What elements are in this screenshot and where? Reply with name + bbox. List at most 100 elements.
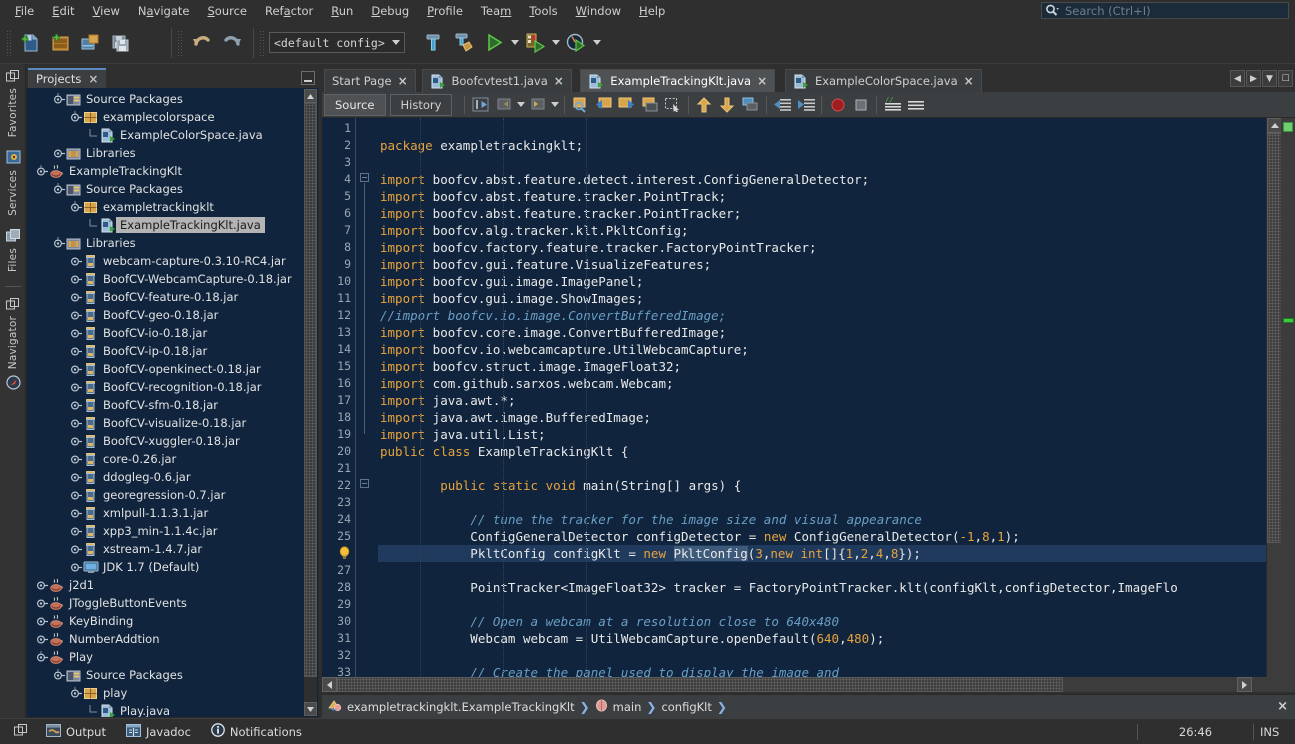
previous-error-icon[interactable] [693, 93, 716, 117]
code-line[interactable] [378, 562, 1295, 579]
breadcrumb-class[interactable]: exampletrackingklt.ExampleTrackingKlt [347, 700, 575, 714]
tree-item-boofcv-visualize-0-18-jar[interactable]: BoofCV-visualize-0.18.jar [27, 414, 318, 432]
code-line[interactable]: import boofcv.gui.image.ImagePanel; [378, 273, 1295, 290]
code-line[interactable]: import java.awt.image.BufferedImage; [378, 409, 1295, 426]
editor-horizontal-scrollbar[interactable] [322, 677, 1295, 692]
menu-navigate[interactable]: Navigate [129, 2, 199, 20]
editor-hint-bulb-icon[interactable] [322, 545, 356, 562]
next-bookmark-icon[interactable] [615, 93, 638, 117]
code-line[interactable]: // tune the tracker for the image size a… [378, 511, 1295, 528]
tab-source[interactable]: Source [324, 93, 386, 116]
code-line[interactable] [378, 460, 1295, 477]
collapse-fold-icon[interactable]: − [360, 173, 369, 182]
run-dropdown-icon[interactable] [509, 28, 520, 58]
editor-vertical-scrollbar[interactable] [1266, 118, 1282, 692]
sidebar-item-services[interactable]: Services [0, 145, 26, 224]
close-breadcrumb-icon[interactable]: × [1277, 699, 1288, 714]
close-tab-icon[interactable]: × [757, 74, 767, 88]
undo-icon[interactable] [187, 28, 217, 58]
menu-file[interactable]: File [6, 2, 43, 20]
tree-item-boofcv-geo-0-18-jar[interactable]: BoofCV-geo-0.18.jar [27, 306, 318, 324]
tree-item-exampletrackingklt-java[interactable]: ExampleTrackingKlt.java [27, 216, 318, 234]
new-project-icon[interactable] [46, 28, 76, 58]
editor-tab-start-page[interactable]: Start Page × [324, 69, 416, 92]
configuration-select[interactable]: <default config> [269, 32, 405, 53]
code-line[interactable]: import boofcv.gui.feature.VisualizeFeatu… [378, 256, 1295, 273]
editor-tab-exampletrackingklt-java[interactable]: ExampleTrackingKlt.java × [580, 69, 776, 92]
code-line-current[interactable]: PkltConfig configKlt = new PkltConfig(3,… [378, 545, 1295, 562]
tree-expand-toggle[interactable] [36, 597, 49, 610]
shift-line-left-icon[interactable] [771, 93, 794, 117]
tree-collapse-toggle[interactable] [53, 182, 66, 196]
tree-item-libraries[interactable]: Libraries [27, 234, 318, 252]
menu-source[interactable]: Source [198, 2, 256, 20]
shift-line-right-icon[interactable] [794, 93, 817, 117]
scroll-left-button[interactable] [322, 677, 337, 692]
tree-expand-toggle[interactable] [70, 435, 83, 448]
tree-expand-toggle[interactable] [70, 399, 83, 412]
code-line[interactable]: import boofcv.abst.feature.tracker.Point… [378, 205, 1295, 222]
tree-expand-toggle[interactable] [70, 453, 83, 466]
status-item-javadoc[interactable]: Javadoc [116, 723, 201, 740]
tree-item-source-packages[interactable]: Source Packages [27, 90, 318, 108]
window-switcher-button[interactable] [0, 724, 36, 739]
toggle-rectangular-selection-icon[interactable] [661, 93, 684, 117]
code-line[interactable]: ConfigGeneralDetector configDetector = n… [378, 528, 1295, 545]
debug-project-icon[interactable] [520, 28, 550, 58]
error-annotation-strip[interactable] [1281, 118, 1295, 692]
code-line[interactable] [378, 154, 1295, 171]
tree-expand-toggle[interactable] [70, 381, 83, 394]
code-line[interactable]: Webcam webcam = UtilWebcamCapture.openDe… [378, 630, 1295, 647]
tree-scroll-down-button[interactable] [304, 702, 317, 716]
tree-item-libraries[interactable]: Libraries [27, 144, 318, 162]
new-file-icon[interactable] [16, 28, 46, 58]
maximize-editor-button[interactable]: ☐ [1278, 70, 1293, 87]
sidebar-item-files[interactable]: Files [0, 224, 26, 280]
toggle-bookmark-icon[interactable] [638, 93, 661, 117]
tree-item-boofcv-ip-0-18-jar[interactable]: BoofCV-ip-0.18.jar [27, 342, 318, 360]
toolbar-grip-edit[interactable] [177, 29, 183, 56]
tree-expand-toggle[interactable] [70, 327, 83, 340]
redo-icon[interactable] [217, 28, 247, 58]
save-all-icon[interactable] [106, 28, 136, 58]
tree-collapse-toggle[interactable] [53, 668, 66, 682]
tree-item-exampletrackingklt[interactable]: exampletrackingklt [27, 198, 318, 216]
toolbar-grip[interactable] [6, 29, 12, 56]
code-line[interactable]: import boofcv.factory.feature.tracker.Fa… [378, 239, 1295, 256]
tree-expand-toggle[interactable] [36, 633, 49, 646]
menu-help[interactable]: Help [630, 2, 674, 20]
tree-item-xmlpull-1-1-3-1-jar[interactable]: xmlpull-1.1.3.1.jar [27, 504, 318, 522]
code-line[interactable]: //import boofcv.io.image.ConvertBuffered… [378, 307, 1295, 324]
code-line[interactable]: import boofcv.io.webcamcapture.UtilWebca… [378, 341, 1295, 358]
code-line[interactable] [378, 120, 1295, 137]
menu-tools[interactable]: Tools [520, 2, 566, 20]
back-dropdown-icon[interactable] [515, 90, 526, 120]
code-text[interactable]: package exampletrackingklt; import boofc… [378, 118, 1295, 692]
tree-item-core-0-26-jar[interactable]: core-0.26.jar [27, 450, 318, 468]
tree-expand-toggle[interactable] [36, 615, 49, 628]
fold-marker[interactable]: − [356, 169, 378, 186]
menu-debug[interactable]: Debug [362, 2, 418, 20]
code-line[interactable]: import java.awt.*; [378, 392, 1295, 409]
tree-item-boofcv-feature-0-18-jar[interactable]: BoofCV-feature-0.18.jar [27, 288, 318, 306]
breadcrumb-method[interactable]: main [613, 700, 642, 714]
close-tab-icon[interactable]: × [964, 74, 974, 88]
tree-collapse-toggle[interactable] [70, 686, 83, 700]
code-line[interactable]: import boofcv.abst.feature.detect.intere… [378, 171, 1295, 188]
tree-item-webcam-capture-0-3-10-rc4-jar[interactable]: webcam-capture-0.3.10-RC4.jar [27, 252, 318, 270]
tree-item-boofcv-recognition-0-18-jar[interactable]: BoofCV-recognition-0.18.jar [27, 378, 318, 396]
code-line[interactable]: import boofcv.struct.image.ImageFloat32; [378, 358, 1295, 375]
tree-expand-toggle[interactable] [70, 255, 83, 268]
code-line[interactable]: import boofcv.gui.image.ShowImages; [378, 290, 1295, 307]
tree-collapse-toggle[interactable] [36, 650, 49, 664]
breadcrumb-variable[interactable]: configKlt [661, 700, 711, 714]
tree-item-numberaddtion[interactable]: NumberAddtion [27, 630, 318, 648]
menu-view[interactable]: View [84, 2, 129, 20]
code-line[interactable]: public class ExampleTrackingKlt { [378, 443, 1295, 460]
tree-collapse-toggle[interactable] [53, 236, 66, 250]
search-box[interactable]: Search (Ctrl+I) [1041, 2, 1289, 19]
build-project-icon[interactable] [419, 28, 449, 58]
back-icon[interactable] [492, 93, 515, 117]
code-line[interactable] [378, 494, 1295, 511]
code-line[interactable]: PointTracker<ImageFloat32> tracker = Fac… [378, 579, 1295, 596]
